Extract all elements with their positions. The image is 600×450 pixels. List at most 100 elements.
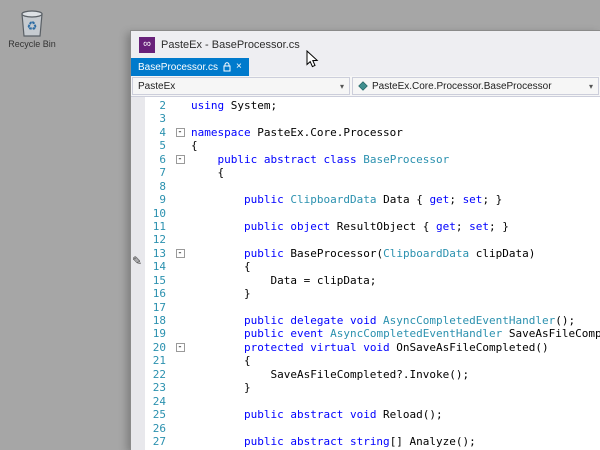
line-number: 26 — [145, 422, 169, 435]
member-dropdown[interactable]: PasteEx.Core.Processor.BaseProcessor ▾ — [352, 77, 599, 95]
fold-margin — [169, 422, 191, 435]
code-text[interactable]: public abstract class BaseProcessor — [191, 153, 600, 166]
code-line: 12 — [131, 233, 600, 246]
code-line: 18 public delegate void AsyncCompletedEv… — [131, 314, 600, 327]
code-line: 9 public ClipboardData Data { get; set; … — [131, 193, 600, 206]
member-dropdown-value: PasteEx.Core.Processor.BaseProcessor — [372, 81, 552, 92]
code-line: 25 public abstract void Reload(); — [131, 408, 600, 421]
desktop: ♻ Recycle Bin ∞ PasteEx - BaseProcessor.… — [0, 0, 600, 450]
code-text[interactable]: { — [191, 260, 600, 273]
code-text[interactable] — [191, 233, 600, 246]
code-text[interactable]: { — [191, 354, 600, 367]
line-number: 21 — [145, 354, 169, 367]
fold-margin — [169, 368, 191, 381]
code-text[interactable] — [191, 180, 600, 193]
tab-close-icon[interactable]: × — [236, 62, 242, 72]
code-line: 26 — [131, 422, 600, 435]
code-line: 13- public BaseProcessor(ClipboardData c… — [131, 247, 600, 260]
code-text[interactable]: namespace PasteEx.Core.Processor — [191, 126, 600, 139]
code-text[interactable]: { — [191, 166, 600, 179]
code-text[interactable]: public ClipboardData Data { get; set; } — [191, 193, 600, 206]
fold-margin — [169, 435, 191, 448]
fold-collapse-icon[interactable]: - — [169, 247, 191, 260]
fold-margin — [169, 354, 191, 367]
fold-margin — [169, 112, 191, 125]
recycle-bin-icon[interactable]: ♻ Recycle Bin — [6, 6, 58, 49]
line-number: 13 — [145, 247, 169, 260]
code-line: 4-namespace PasteEx.Core.Processor — [131, 126, 600, 139]
code-line: 21 { — [131, 354, 600, 367]
fold-margin — [169, 207, 191, 220]
line-number: 16 — [145, 287, 169, 300]
line-number: 5 — [145, 139, 169, 152]
line-number: 15 — [145, 274, 169, 287]
code-text[interactable]: protected virtual void OnSaveAsFileCompl… — [191, 341, 600, 354]
project-dropdown[interactable]: PasteEx ▾ — [132, 77, 350, 95]
line-number: 8 — [145, 180, 169, 193]
code-line: 8 — [131, 180, 600, 193]
line-number: 25 — [145, 408, 169, 421]
project-dropdown-value: PasteEx — [138, 81, 175, 92]
code-text[interactable]: public delegate void AsyncCompletedEvent… — [191, 314, 600, 327]
code-line: 2 using System; — [131, 99, 600, 112]
code-text[interactable] — [191, 301, 600, 314]
code-line: 10 — [131, 207, 600, 220]
window-title: PasteEx - BaseProcessor.cs — [161, 39, 300, 51]
fold-margin — [169, 314, 191, 327]
code-text[interactable]: } — [191, 381, 600, 394]
code-text[interactable]: } — [191, 287, 600, 300]
fold-margin — [169, 408, 191, 421]
fold-collapse-icon[interactable]: - — [169, 126, 191, 139]
code-text[interactable]: { — [191, 139, 600, 152]
code-line: 6- public abstract class BaseProcessor — [131, 153, 600, 166]
fold-collapse-icon[interactable]: - — [169, 153, 191, 166]
code-text[interactable] — [191, 207, 600, 220]
line-number: 7 — [145, 166, 169, 179]
recycle-bin-glyph: ♻ — [17, 6, 47, 38]
code-line: 16 } — [131, 287, 600, 300]
code-text[interactable] — [191, 395, 600, 408]
line-number: 14 — [145, 260, 169, 273]
code-line: 27 public abstract string[] Analyze(); — [131, 435, 600, 448]
navigation-bar: PasteEx ▾ PasteEx.Core.Processor.BasePro… — [131, 76, 600, 97]
tab-label: BaseProcessor.cs — [138, 62, 218, 73]
line-number: 9 — [145, 193, 169, 206]
lock-icon — [223, 62, 231, 72]
code-line: 17 — [131, 301, 600, 314]
fold-margin — [169, 220, 191, 233]
code-text[interactable]: Data = clipData; — [191, 274, 600, 287]
svg-text:♻: ♻ — [27, 19, 38, 33]
line-number: 19 — [145, 327, 169, 340]
vs-window: ∞ PasteEx - BaseProcessor.cs BaseProcess… — [130, 30, 600, 450]
fold-margin — [169, 395, 191, 408]
line-number: 24 — [145, 395, 169, 408]
line-number: 27 — [145, 435, 169, 448]
line-number: 6 — [145, 153, 169, 166]
fold-margin — [169, 287, 191, 300]
code-text[interactable] — [191, 422, 600, 435]
tab-strip: BaseProcessor.cs × — [131, 58, 600, 76]
tab-baseprocessor[interactable]: BaseProcessor.cs × — [131, 58, 249, 76]
class-icon — [358, 81, 368, 91]
fold-margin — [169, 327, 191, 340]
titlebar[interactable]: ∞ PasteEx - BaseProcessor.cs — [131, 31, 600, 58]
code-text[interactable]: public abstract string[] Analyze(); — [191, 435, 600, 448]
fold-collapse-icon[interactable]: - — [169, 341, 191, 354]
fold-margin — [169, 233, 191, 246]
fold-margin — [169, 99, 191, 112]
code-text[interactable]: public BaseProcessor(ClipboardData clipD… — [191, 247, 600, 260]
code-text[interactable]: using System; — [191, 99, 600, 112]
code-text[interactable]: SaveAsFileCompleted?.Invoke(); — [191, 368, 600, 381]
line-number: 18 — [145, 314, 169, 327]
code-text[interactable] — [191, 112, 600, 125]
code-text[interactable]: public object ResultObject { get; set; } — [191, 220, 600, 233]
fold-margin — [169, 301, 191, 314]
fold-margin — [169, 193, 191, 206]
code-line: 20- protected virtual void OnSaveAsFileC… — [131, 341, 600, 354]
code-text[interactable]: public abstract void Reload(); — [191, 408, 600, 421]
line-number: 17 — [145, 301, 169, 314]
line-number: 2 — [145, 99, 169, 112]
line-number: 3 — [145, 112, 169, 125]
code-text[interactable]: public event AsyncCompletedEventHandler … — [191, 327, 600, 340]
fold-margin — [169, 260, 191, 273]
